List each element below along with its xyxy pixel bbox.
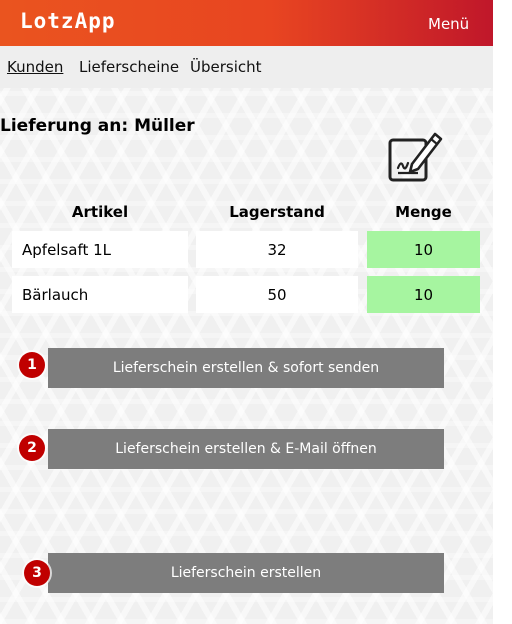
signature-pen-icon[interactable] bbox=[386, 128, 444, 184]
column-header-artikel: Artikel bbox=[71, 203, 129, 221]
step-badge-3: 3 bbox=[24, 560, 50, 586]
quantity-field[interactable]: 10 bbox=[367, 276, 480, 313]
cell-artikel: Bärlauch bbox=[12, 276, 188, 313]
step-badge-1: 1 bbox=[19, 352, 45, 378]
step-badge-2: 2 bbox=[19, 435, 45, 461]
page-title: Lieferung an: Müller bbox=[0, 116, 195, 136]
app-logo[interactable]: LotzApp bbox=[20, 9, 116, 33]
nav-item-uebersicht[interactable]: Übersicht bbox=[190, 58, 262, 76]
cell-lagerstand: 32 bbox=[196, 231, 358, 268]
nav-bar: Kunden Lieferscheine Übersicht bbox=[0, 46, 493, 88]
nav-item-kunden[interactable]: Kunden bbox=[7, 58, 63, 76]
nav-item-lieferscheine[interactable]: Lieferscheine bbox=[79, 58, 179, 76]
column-header-menge: Menge bbox=[395, 203, 452, 221]
menu-button[interactable]: Menü bbox=[428, 15, 469, 33]
create-delivery-note-button[interactable]: Lieferschein erstellen bbox=[48, 553, 444, 593]
column-header-lagerstand: Lagerstand bbox=[229, 203, 325, 221]
create-and-send-button[interactable]: Lieferschein erstellen & sofort senden bbox=[48, 348, 444, 388]
cell-artikel: Apfelsaft 1L bbox=[12, 231, 188, 268]
app-header: LotzApp Menü bbox=[0, 0, 493, 46]
cell-lagerstand: 50 bbox=[196, 276, 358, 313]
create-and-email-button[interactable]: Lieferschein erstellen & E-Mail öffnen bbox=[48, 429, 444, 469]
page-edge bbox=[493, 0, 512, 624]
quantity-field[interactable]: 10 bbox=[367, 231, 480, 268]
